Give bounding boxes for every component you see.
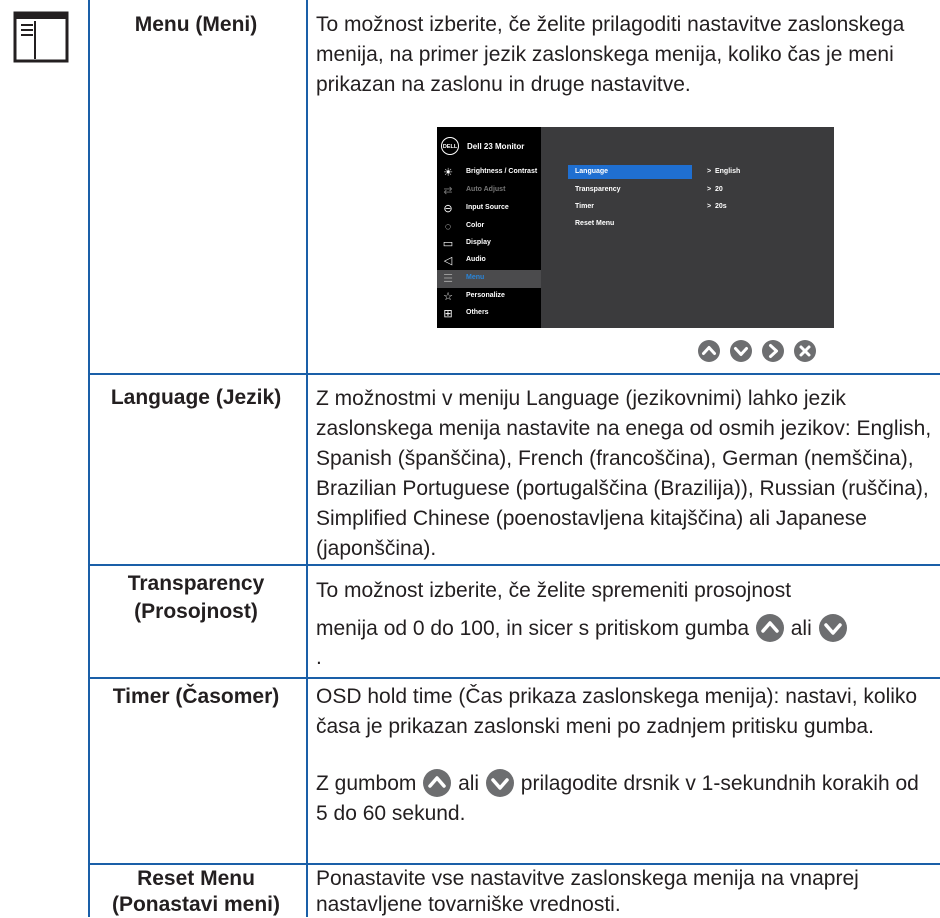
row-desc-language: Z možnostmi v meniju Language (jezikovni…	[316, 387, 932, 560]
auto-adjust-icon: ⇄	[443, 185, 453, 197]
osd-item-label: Brightness / Contrast	[466, 168, 538, 175]
row-label-timer: Timer (Časomer)	[112, 685, 280, 708]
row-separator	[88, 677, 940, 679]
up-button-icon[interactable]	[697, 339, 721, 363]
label-line: Transparency	[127, 572, 265, 595]
osd-setting-timer: Timer	[575, 203, 594, 210]
osd-item-brightness: ☀ Brightness / Contrast	[437, 164, 541, 182]
row-desc-reset-menu: Ponastavite vse nastavitve zaslonskega m…	[316, 867, 859, 916]
audio-icon: ◁	[443, 255, 453, 267]
osd-item-input-source: ⊖ Input Source	[437, 200, 541, 218]
table-divider-rule	[306, 0, 308, 917]
osd-value-text: 20	[714, 186, 723, 193]
up-button-icon	[755, 614, 784, 642]
others-icon: ⊞	[443, 308, 453, 320]
osd-navigation-buttons	[697, 339, 837, 363]
osd-setting-language: Language	[568, 165, 692, 179]
row-label-language: Language (Jezik)	[110, 386, 282, 409]
osd-item-personalize: ☆ Personalize	[437, 288, 541, 306]
osd-item-others: ⊞ Others	[437, 305, 541, 323]
desc-text: ali	[458, 772, 480, 795]
osd-setting-reset-menu: Reset Menu	[575, 220, 615, 227]
desc-para: OSD hold time (Čas prikaza zaslonskega m…	[316, 685, 918, 738]
up-button-icon	[423, 769, 452, 797]
row-label-transparency: Transparency (Prosojnost)	[88, 570, 304, 626]
left-icon-column	[0, 0, 88, 917]
exit-button-icon[interactable]	[793, 339, 817, 363]
dell-logo: DELL	[441, 137, 459, 155]
label-line: (Ponastavi meni)	[111, 893, 281, 916]
osd-item-label: Personalize	[466, 292, 505, 299]
down-button-icon[interactable]	[729, 339, 753, 363]
osd-item-display: ▭ Display	[437, 235, 541, 253]
osd-setting-transparency: Transparency	[575, 186, 621, 193]
row-separator	[88, 373, 940, 375]
osd-item-label: Color	[466, 222, 485, 229]
right-button-icon[interactable]	[761, 339, 785, 363]
osd-value-text: English	[714, 168, 741, 175]
row-separator	[88, 564, 940, 566]
desc-line: menija od 0 do 100, in sicer s pritiskom…	[316, 610, 936, 648]
row-desc-menu: To možnost izberite, če želite prilagodi…	[316, 13, 905, 96]
osd-sidebar: DELL Dell 23 Monitor ☀ Brightness / Cont…	[437, 127, 541, 328]
row-desc-transparency: To možnost izberite, če želite spremenit…	[316, 572, 936, 668]
osd-item-audio: ◁ Audio	[437, 252, 541, 270]
desc-text: ali	[790, 617, 812, 640]
row-separator	[88, 863, 940, 865]
desc-para: Z gumbom ali prilagodite drsnik v 1-seku…	[316, 768, 936, 829]
osd-setting-value: > 20s	[707, 203, 727, 210]
row-label-menu: Menu (Meni)	[134, 13, 258, 36]
label-line: (Prosojnost)	[134, 600, 258, 623]
osd-item-menu: ☰ Menu	[437, 270, 541, 288]
osd-menu-icon	[13, 11, 69, 63]
row-desc-timer: OSD hold time (Čas prikaza zaslonskega m…	[316, 682, 936, 829]
down-button-icon	[485, 769, 514, 797]
osd-item-label: Auto Adjust	[466, 186, 506, 193]
osd-item-label: Audio	[466, 256, 486, 263]
osd-setting-label: Language	[575, 168, 609, 175]
desc-line: To možnost izberite, če želite spremenit…	[316, 579, 792, 602]
osd-item-auto-adjust: ⇄ Auto Adjust	[437, 182, 541, 200]
label-line: Reset Menu	[137, 867, 255, 890]
star-icon: ☆	[443, 291, 453, 303]
osd-item-color: ◌ Color	[437, 218, 541, 236]
down-button-icon	[818, 614, 847, 642]
osd-item-label: Display	[466, 239, 491, 246]
osd-value-text: 20s	[714, 203, 727, 210]
sun-icon: ☀	[443, 167, 453, 179]
osd-screenshot: DELL Dell 23 Monitor ☀ Brightness / Cont…	[437, 127, 834, 328]
input-icon: ⊖	[443, 203, 453, 215]
desc-text: Z gumbom	[316, 772, 417, 795]
osd-title: Dell 23 Monitor	[467, 142, 525, 151]
desc-text: menija od 0 do 100, in sicer s pritiskom…	[316, 617, 750, 640]
osd-setting-value: > 20	[707, 186, 723, 193]
table-left-rule	[88, 0, 90, 917]
color-icon: ◌	[444, 221, 452, 233]
menu-icon: ☰	[443, 273, 453, 285]
osd-panel	[541, 127, 834, 328]
osd-item-label: Input Source	[466, 204, 509, 211]
row-label-reset-menu: Reset Menu (Ponastavi meni)	[88, 866, 304, 918]
osd-setting-value: > English	[707, 168, 741, 175]
desc-line: .	[316, 646, 322, 669]
osd-item-label: Others	[466, 309, 489, 316]
display-icon: ▭	[442, 238, 454, 250]
osd-item-label: Menu	[466, 274, 485, 281]
